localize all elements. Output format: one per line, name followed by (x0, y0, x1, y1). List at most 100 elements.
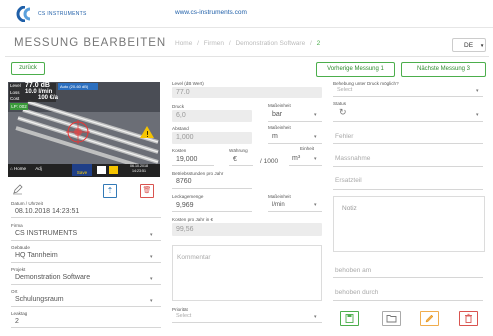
behebung-underline (333, 96, 483, 97)
prio-label: Priorität (172, 307, 188, 312)
leck-unit-select[interactable]: l/min (272, 202, 285, 208)
save-icon (345, 314, 354, 323)
camera-icon (97, 166, 106, 174)
level-field[interactable]: 77.0 (172, 87, 322, 98)
waehrung-field[interactable]: € (233, 156, 237, 163)
measurement-photo: Level 77.0 dB Auto (20-60 dB) Loss 10.0 … (8, 82, 160, 177)
upload-button[interactable]: ⇡ (103, 184, 117, 198)
chevron-down-icon: ▾ (476, 112, 479, 118)
ersatzteil-underline (333, 189, 483, 190)
cs-logo-icon[interactable] (14, 6, 36, 22)
photo-level-label: Level (10, 83, 21, 88)
delete-photo-button[interactable]: 🗑 (140, 184, 154, 198)
save-button[interactable] (340, 311, 359, 326)
photo-level-value: 77.0 dB (25, 82, 50, 89)
chevron-down-icon: ▼ (479, 43, 485, 48)
betrieb-label: Betriebsstunden pro Jahr (172, 171, 224, 176)
language-select[interactable]: DE ▼ (452, 38, 486, 52)
druck-unit-label: Maßeinheit (268, 103, 291, 108)
massnahme-input[interactable]: Massnahme (335, 155, 370, 162)
status-refresh-icon[interactable]: ↻ (339, 107, 347, 118)
kosten-jahr-label: Kosten pro Jahr in € (172, 217, 214, 222)
site-url-link[interactable]: www.cs-instruments.com (175, 9, 247, 16)
kosten-label: Kosten (172, 148, 187, 153)
divider (5, 56, 489, 57)
druck-value: 6,0 (176, 112, 186, 119)
breadcrumb-demonstration[interactable]: Demonstration Software (235, 40, 305, 47)
delete-button[interactable] (459, 311, 478, 326)
prio-select[interactable]: Select (176, 313, 191, 319)
kosten-jahr-field[interactable]: 99,56 (172, 223, 322, 236)
leck-underline (172, 211, 252, 212)
abstand-field[interactable]: 1,000 (172, 132, 252, 144)
leaktag-field[interactable]: 2 (15, 318, 19, 325)
pencil-icon[interactable] (12, 184, 23, 195)
druck-unit-select[interactable]: bar (272, 111, 282, 118)
folder-button[interactable] (382, 311, 401, 326)
upload-icon: ⇡ (106, 186, 114, 195)
waehrung-underline (229, 165, 253, 166)
projekt-select[interactable]: Demonstration Software (15, 274, 90, 281)
abstand-value: 1,000 (176, 134, 194, 141)
leck-label: Leckagemenge (172, 194, 204, 199)
notiz-textarea[interactable]: Notiz (333, 196, 485, 252)
einheit-select[interactable]: m³ (292, 155, 300, 162)
previous-measurement-button[interactable]: Vorherige Messung 1 (316, 62, 395, 77)
per-1000-text: / 1000 (260, 158, 279, 165)
status-label: Status (333, 101, 347, 106)
gebaeude-select[interactable]: HQ Tannheim (15, 252, 58, 259)
kosten-jahr-value: 99,56 (176, 226, 194, 233)
betrieb-underline (172, 188, 252, 189)
behebung-select[interactable]: Select (337, 87, 352, 93)
betrieb-field[interactable]: 8760 (176, 178, 192, 185)
level-value: 77.0 (176, 89, 190, 96)
ersatzteil-input[interactable]: Ersatzteil (335, 177, 362, 184)
druck-field[interactable]: 6,0 (172, 110, 252, 122)
behebung-label: Behebung unter Druck möglich? (333, 81, 399, 86)
gebaeude-label: Gebäude (11, 245, 30, 250)
chevron-down-icon: ▾ (150, 276, 153, 282)
edit-button[interactable] (420, 311, 439, 326)
date-field[interactable]: 08.10.2018 14:23:51 (15, 208, 79, 215)
date-underline (11, 217, 161, 218)
einheit-underline (289, 165, 322, 166)
back-button[interactable]: zurück (11, 62, 45, 75)
ort-select[interactable]: Schulungsraum (15, 296, 64, 303)
photo-adj-label: Adj (35, 166, 42, 171)
kosten-field[interactable]: 19,000 (176, 156, 197, 163)
breadcrumb-firmen[interactable]: Firmen (204, 40, 224, 47)
breadcrumb-home[interactable]: Home (175, 40, 192, 47)
behoben-am-underline (333, 277, 483, 278)
chevron-down-icon: ▾ (150, 232, 153, 238)
behoben-am-input[interactable]: behoben am (335, 267, 371, 274)
chevron-down-icon: ▾ (314, 112, 317, 118)
home-icon: ⌂ (10, 166, 13, 171)
einheit-label: Einheit (300, 146, 315, 151)
leck-unit-underline (268, 211, 322, 212)
abstand-unit-select[interactable]: m (272, 133, 278, 140)
chevron-down-icon: ▾ (476, 88, 479, 94)
photo-loss-label: Loss (10, 90, 20, 95)
edit-icon (425, 314, 434, 323)
breadcrumb-current: 2 (316, 40, 321, 47)
chevron-down-icon: ▾ (314, 134, 317, 140)
logo-text: CS INSTRUMENTS (38, 11, 87, 17)
photo-auto-range: Auto (20-60 dB) (58, 83, 98, 90)
fehler-input[interactable]: Fehler (335, 133, 353, 140)
firma-select[interactable]: CS INSTRUMENTS (15, 230, 77, 237)
chevron-down-icon: ▾ (314, 202, 317, 208)
photo-home-label: Home (13, 166, 26, 171)
page-title: MESSUNG BEARBEITEN (14, 37, 167, 49)
chevron-down-icon: ▾ (314, 156, 317, 162)
next-measurement-button[interactable]: Nächste Messung 3 (401, 62, 486, 77)
projekt-underline (11, 284, 161, 285)
photo-time: 14:23:51 (132, 169, 146, 173)
photo-lp-badge: LP: 002 (10, 103, 28, 110)
kommentar-textarea[interactable]: Kommentar (172, 245, 322, 301)
photo-cost-label: Cost (10, 96, 20, 101)
leck-field[interactable]: 9,969 (176, 202, 194, 209)
chevron-down-icon: ▾ (150, 298, 153, 304)
abstand-unit-label: Maßeinheit (268, 125, 291, 130)
behoben-durch-input[interactable]: behoben durch (335, 289, 378, 296)
trash-icon: 🗑 (142, 187, 152, 194)
